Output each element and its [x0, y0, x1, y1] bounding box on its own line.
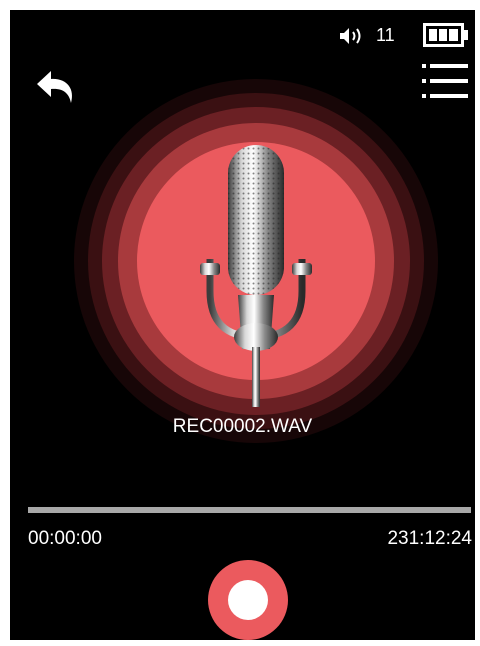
speaker-icon — [340, 28, 361, 44]
microphone-icon — [200, 145, 312, 407]
total-time: 231:12:24 — [387, 528, 472, 549]
volume-level: 11 — [376, 25, 395, 45]
record-icon — [228, 580, 268, 620]
record-button[interactable] — [208, 560, 288, 640]
back-arrow-icon — [37, 71, 73, 103]
back-button[interactable] — [32, 63, 80, 111]
file-name: REC00002.WAV — [172, 416, 313, 437]
progress-bar[interactable] — [28, 507, 471, 513]
recorder-screen: 11 REC00002.WAV 00:00:00 231:12:24 — [10, 10, 475, 640]
elapsed-time: 00:00:00 — [28, 528, 102, 549]
battery-icon — [423, 23, 468, 47]
recording-indicator — [74, 79, 438, 443]
